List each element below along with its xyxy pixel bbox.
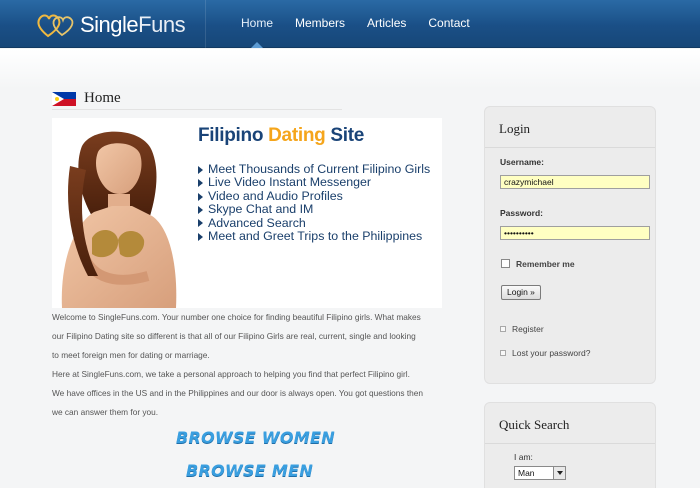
triangle-bullet-icon [198, 232, 203, 241]
site-name: SingleFuns [80, 12, 186, 37]
remember-me-label: Remember me [516, 259, 575, 269]
login-title: Login [499, 121, 531, 136]
nav-contact[interactable]: Contact [417, 0, 480, 48]
list-item: Live Video Instant Messenger [198, 175, 430, 189]
hearts-logo-icon [37, 14, 74, 38]
page-title: Home [84, 90, 121, 106]
browse-women-button[interactable]: BROWSE WOMEN [176, 428, 335, 447]
page-heading: Home [52, 88, 342, 110]
woman-photo [61, 131, 177, 308]
nav-home[interactable]: Home [230, 0, 284, 48]
promo-banner: Filipino Dating Site Meet Thousands of C… [52, 118, 442, 308]
square-bullet-icon [500, 326, 506, 332]
i-am-select[interactable]: Man [514, 466, 566, 480]
chevron-down-icon [553, 467, 565, 479]
i-am-label: I am: [514, 452, 533, 462]
philippines-flag-icon [52, 91, 76, 106]
nav-articles[interactable]: Articles [356, 0, 417, 48]
about-paragraph: Here at SingleFuns.com, we take a person… [52, 369, 423, 417]
divider [485, 147, 655, 148]
triangle-bullet-icon [198, 205, 203, 214]
lost-password-link[interactable]: Lost your password? [500, 348, 590, 358]
triangle-bullet-icon [198, 165, 203, 174]
list-item: Advanced Search [198, 216, 430, 230]
login-button[interactable]: Login » [501, 285, 541, 300]
browse-men-button[interactable]: BROWSE MEN [186, 461, 313, 480]
remember-me-checkbox[interactable] [501, 259, 510, 268]
feature-list: Meet Thousands of Current Filipino Girls… [198, 162, 430, 243]
header-shadow-band [0, 49, 700, 89]
list-item: Meet Thousands of Current Filipino Girls [198, 162, 430, 176]
register-link[interactable]: Register [500, 324, 544, 334]
password-input[interactable]: •••••••••• [500, 226, 650, 240]
banner-title: Filipino Dating Site [198, 125, 365, 146]
site-logo[interactable]: SingleFuns [36, 10, 186, 40]
header-divider [205, 0, 206, 48]
triangle-bullet-icon [198, 192, 203, 201]
username-input[interactable]: crazymichael [500, 175, 650, 189]
square-bullet-icon [500, 350, 506, 356]
site-header: SingleFuns Home Members Articles Contact [0, 0, 700, 48]
quick-search-title: Quick Search [499, 417, 570, 432]
login-panel: Login Username: crazymichael Password: •… [484, 106, 656, 384]
quick-search-panel: Quick Search I am: Man [484, 402, 656, 488]
triangle-bullet-icon [198, 219, 203, 228]
triangle-bullet-icon [198, 179, 203, 188]
list-item: Meet and Greet Trips to the Philippines [198, 229, 430, 243]
i-am-selected-value: Man [518, 468, 535, 478]
username-label: Username: [500, 157, 544, 167]
password-label: Password: [500, 208, 543, 218]
list-item: Video and Audio Profiles [198, 189, 430, 203]
list-item: Skype Chat and IM [198, 202, 430, 216]
divider [485, 443, 655, 444]
welcome-paragraph: Welcome to SingleFuns.com. Your number o… [52, 312, 421, 360]
nav-members[interactable]: Members [284, 0, 356, 48]
main-nav: Home Members Articles Contact [230, 0, 481, 48]
